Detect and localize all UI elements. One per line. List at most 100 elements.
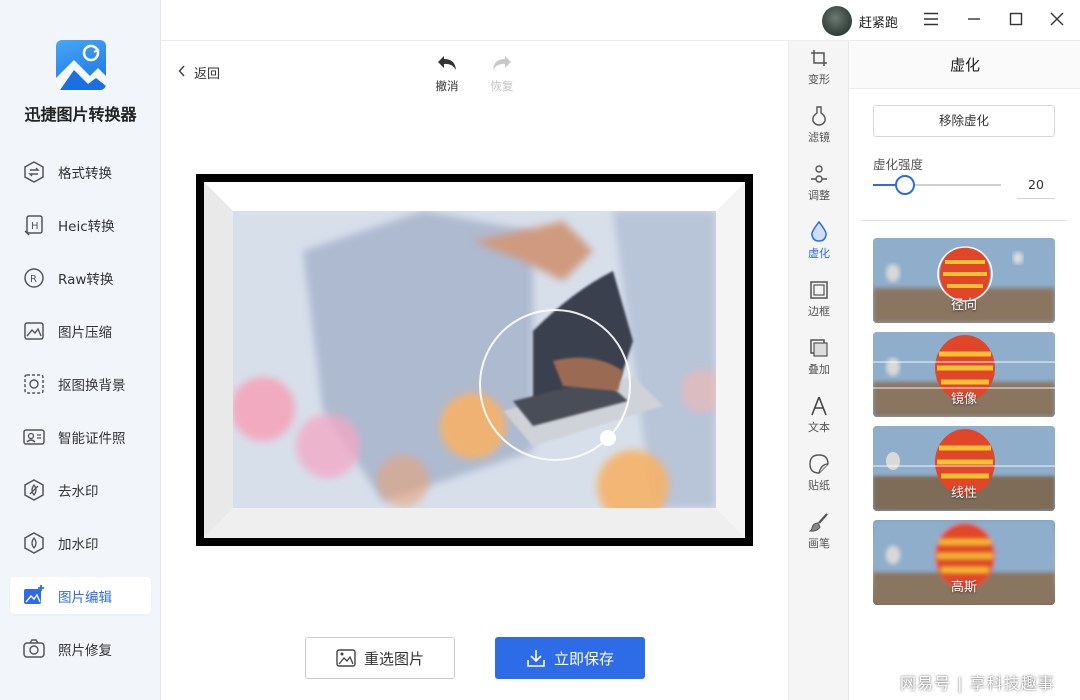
sidebar-item-label: 格式转换 bbox=[58, 165, 112, 182]
slider-thumb[interactable] bbox=[895, 175, 915, 195]
username[interactable]: 赶紧跑 bbox=[859, 12, 898, 31]
sidebar-item-add-watermark[interactable]: 加水印 bbox=[10, 524, 151, 561]
sidebar-item-image-edit[interactable]: 图片编辑 bbox=[10, 577, 151, 614]
sidebar-item-remove-watermark[interactable]: 去水印 bbox=[10, 471, 151, 508]
undo-button[interactable]: 撤消 bbox=[427, 52, 467, 94]
image-canvas[interactable] bbox=[196, 174, 753, 546]
maximize-icon bbox=[1009, 11, 1023, 30]
sidebar-nav: 格式转换 H Heic转换 R Raw转换 图片压缩 抠图换背景 智能证件照 去… bbox=[10, 153, 151, 683]
tool-blur[interactable]: 虚化 bbox=[789, 221, 849, 261]
edit-tool-strip: 变形 滤镜 调整 虚化 边框 叠加 文本 贴纸 画笔 bbox=[788, 41, 848, 700]
remove-watermark-icon bbox=[22, 478, 46, 502]
tool-label: 边框 bbox=[808, 305, 830, 318]
blur-drop-icon bbox=[789, 221, 849, 243]
sidebar-item-photo-repair[interactable]: 照片修复 bbox=[10, 630, 151, 667]
brush-icon bbox=[789, 511, 849, 533]
reselect-image-button[interactable]: 重选图片 bbox=[305, 637, 455, 679]
heic-icon: H bbox=[22, 213, 46, 237]
tool-filter[interactable]: 滤镜 bbox=[789, 105, 849, 145]
tool-border[interactable]: 边框 bbox=[789, 279, 849, 319]
blur-style-label: 径向 bbox=[950, 298, 977, 313]
tool-adjust[interactable]: 调整 bbox=[789, 163, 849, 203]
title-bar: 赶紧跑 bbox=[161, 0, 1080, 41]
blur-style-mirror[interactable]: 镜像 bbox=[873, 332, 1055, 417]
tool-label: 滤镜 bbox=[808, 131, 830, 144]
cutout-icon bbox=[22, 372, 46, 396]
app-name: 迅捷图片转换器 bbox=[24, 105, 137, 124]
sidebar-item-label: 加水印 bbox=[58, 536, 99, 553]
sidebar: 迅捷图片转换器 格式转换 H Heic转换 R Raw转换 图片压缩 抠图换背景… bbox=[0, 0, 161, 700]
frame-border bbox=[204, 182, 745, 538]
watermark-text: 网易号 | 享科技趣事 bbox=[900, 674, 1055, 693]
add-watermark-icon bbox=[22, 531, 46, 555]
hamburger-icon bbox=[923, 11, 939, 30]
reselect-label: 重选图片 bbox=[363, 649, 424, 668]
blur-style-radial[interactable]: 径向 bbox=[873, 238, 1055, 323]
crop-icon bbox=[789, 47, 849, 69]
tool-label: 虚化 bbox=[808, 247, 830, 260]
sticker-icon bbox=[789, 453, 849, 475]
tool-label: 文本 bbox=[808, 421, 830, 434]
tool-overlay[interactable]: 叠加 bbox=[789, 337, 849, 377]
photo-repair-icon bbox=[22, 637, 46, 661]
tool-label: 变形 bbox=[808, 73, 830, 86]
format-convert-icon bbox=[22, 160, 46, 184]
blur-style-label: 高斯 bbox=[950, 580, 977, 595]
image-edit-icon bbox=[22, 584, 46, 608]
redo-button[interactable]: 恢复 bbox=[482, 52, 522, 94]
menu-button[interactable] bbox=[921, 10, 941, 30]
blur-strength-value[interactable]: 20 bbox=[1017, 171, 1055, 199]
avatar[interactable] bbox=[822, 6, 852, 36]
sidebar-item-label: 照片修复 bbox=[58, 642, 112, 659]
chevron-left-icon bbox=[178, 64, 186, 81]
blur-style-linear[interactable]: 线性 bbox=[873, 426, 1055, 511]
save-now-button[interactable]: 立即保存 bbox=[495, 637, 645, 679]
sidebar-item-label: 图片编辑 bbox=[58, 589, 112, 606]
sidebar-item-label: 去水印 bbox=[58, 483, 99, 500]
sidebar-item-format-convert[interactable]: 格式转换 bbox=[10, 153, 151, 190]
tool-brush[interactable]: 画笔 bbox=[789, 511, 849, 551]
tool-transform[interactable]: 变形 bbox=[789, 47, 849, 87]
tool-text[interactable]: 文本 bbox=[789, 395, 849, 435]
blur-style-label: 镜像 bbox=[950, 392, 977, 407]
id-photo-icon bbox=[22, 425, 46, 449]
tool-label: 画笔 bbox=[808, 537, 830, 550]
sidebar-item-id-photo[interactable]: 智能证件照 bbox=[10, 418, 151, 455]
download-icon bbox=[526, 648, 546, 668]
blur-style-gaussian[interactable]: 高斯 bbox=[873, 520, 1055, 605]
sidebar-item-heic[interactable]: H Heic转换 bbox=[10, 206, 151, 243]
edited-photo bbox=[233, 211, 716, 508]
blur-strength-slider[interactable] bbox=[873, 175, 1001, 195]
sidebar-item-cutout[interactable]: 抠图换背景 bbox=[10, 365, 151, 402]
sidebar-item-raw[interactable]: R Raw转换 bbox=[10, 259, 151, 296]
compress-icon bbox=[22, 319, 46, 343]
back-label: 返回 bbox=[194, 67, 221, 82]
tool-sticker[interactable]: 贴纸 bbox=[789, 453, 849, 493]
back-button[interactable]: 返回 bbox=[178, 63, 220, 82]
sidebar-item-label: Raw转换 bbox=[58, 271, 114, 288]
close-button[interactable] bbox=[1047, 10, 1067, 30]
redo-label: 恢复 bbox=[490, 79, 514, 93]
save-label: 立即保存 bbox=[553, 649, 614, 668]
divider bbox=[861, 220, 1067, 221]
border-icon bbox=[789, 279, 849, 301]
remove-blur-button[interactable]: 移除虚化 bbox=[873, 105, 1055, 137]
sidebar-item-label: 图片压缩 bbox=[58, 324, 112, 341]
tool-label: 叠加 bbox=[808, 363, 830, 376]
tool-label: 调整 bbox=[808, 189, 830, 202]
sidebar-item-compress[interactable]: 图片压缩 bbox=[10, 312, 151, 349]
overlay-icon bbox=[789, 337, 849, 359]
text-icon bbox=[789, 395, 849, 417]
minimize-icon bbox=[967, 11, 981, 30]
close-icon bbox=[1050, 11, 1064, 30]
minimize-button[interactable] bbox=[964, 10, 984, 30]
svg-text:R: R bbox=[30, 274, 37, 285]
filter-icon bbox=[789, 105, 849, 127]
sidebar-item-label: Heic转换 bbox=[58, 218, 115, 235]
adjust-icon bbox=[789, 163, 849, 185]
maximize-button[interactable] bbox=[1006, 10, 1026, 30]
sidebar-item-label: 智能证件照 bbox=[58, 430, 126, 447]
undo-label: 撤消 bbox=[435, 79, 459, 93]
panel-title: 虚化 bbox=[849, 41, 1080, 89]
blur-style-label: 线性 bbox=[950, 486, 977, 501]
